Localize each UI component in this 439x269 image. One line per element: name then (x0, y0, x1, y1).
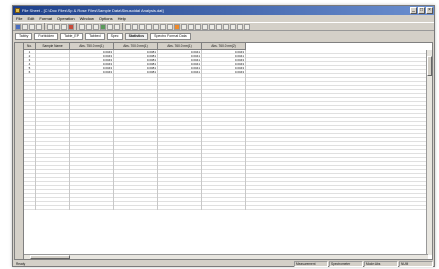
title-bar: File Sheet - [C:\Doc Files\Sp & Rose Fil… (13, 6, 434, 15)
minimize-button[interactable]: _ (410, 7, 417, 14)
zoom-in-icon[interactable] (125, 23, 131, 30)
status-mode: Mode:Abs (364, 260, 398, 267)
arrow-left-icon[interactable] (139, 23, 145, 30)
report-icon[interactable] (230, 23, 236, 30)
column-header-row: No. Sample Name Abs. 750.0 nm(1) Abs. 70… (24, 43, 246, 50)
column-header-sample-name[interactable]: Sample Name (36, 43, 70, 50)
status-instrument: Spectrometer (329, 260, 363, 267)
application-window: File Sheet - [C:\Doc Files\Sp & Rose Fil… (12, 5, 435, 267)
menu-window[interactable]: Window (80, 15, 94, 22)
tab-table-ep[interactable]: Table_EP (60, 33, 84, 40)
window-controls: _ □ × (410, 7, 433, 14)
window-title: File Sheet - [C:\Doc Files\Sp & Rose Fil… (22, 8, 164, 13)
table-body: 1 0.0043 0.0081 0.0041 0.0043 2 0.0043 0.0081 0.… (15, 50, 432, 210)
menu-format[interactable]: Format (39, 15, 52, 22)
filter-icon[interactable] (114, 23, 120, 30)
export-icon[interactable] (237, 23, 243, 30)
toolbar (13, 22, 434, 31)
measure-icon[interactable] (167, 23, 173, 30)
tab-statistics[interactable]: Statistics (124, 33, 149, 40)
tab-spectro-format-data[interactable]: Spectro Format Data (150, 33, 191, 40)
table-cell[interactable] (114, 206, 158, 210)
view-tabs-bar: Tabby Forbidden Table_EP Tabbed Spec Sta… (13, 32, 434, 41)
help-icon[interactable] (244, 23, 250, 30)
tab-tabbed[interactable]: Tabbed (85, 33, 105, 40)
column-header-abs-4[interactable]: Abs. 760.0 nm(2) (202, 43, 246, 50)
menu-bar: File Edit Format Operation Window Option… (13, 15, 434, 22)
table-cell[interactable] (36, 206, 70, 210)
graph-icon[interactable] (93, 23, 99, 30)
chart-icon[interactable] (153, 23, 159, 30)
baseline-icon[interactable] (188, 23, 194, 30)
menu-help[interactable]: Help (118, 15, 126, 22)
cut-icon[interactable] (47, 23, 53, 30)
wavelength-icon[interactable] (216, 23, 222, 30)
tab-tabby[interactable]: Tabby (15, 33, 33, 40)
data-grid[interactable]: No. Sample Name Abs. 750.0 nm(1) Abs. 70… (14, 42, 433, 260)
toolbar-separator (122, 23, 123, 30)
maximize-button[interactable]: □ (418, 7, 425, 14)
menu-options[interactable]: Options (99, 15, 113, 22)
table-row[interactable] (15, 206, 432, 210)
print-icon[interactable] (36, 23, 42, 30)
status-measurement: Measurement (294, 260, 328, 267)
toolbar-separator (76, 23, 77, 30)
status-bar: Ready Measurement Spectrometer Mode:Abs … (13, 260, 434, 267)
toolbar-separator (44, 23, 45, 30)
sample-icon[interactable] (209, 23, 215, 30)
open-folder-icon[interactable] (22, 23, 28, 30)
column-header-no[interactable]: No. (24, 43, 36, 50)
table-cell[interactable] (158, 206, 202, 210)
save-icon[interactable] (29, 23, 35, 30)
column-header-abs-3[interactable]: Abs. 760.0 nm(1) (158, 43, 202, 50)
sort-icon[interactable] (107, 23, 113, 30)
stop-icon[interactable] (181, 23, 187, 30)
vertical-scrollbar[interactable] (426, 50, 432, 255)
cell-icon[interactable] (202, 23, 208, 30)
menu-file[interactable]: File (16, 15, 22, 22)
menu-edit[interactable]: Edit (27, 15, 34, 22)
copy-icon[interactable] (54, 23, 60, 30)
column-header-abs-1[interactable]: Abs. 750.0 nm(1) (70, 43, 114, 50)
settings-icon[interactable] (223, 23, 229, 30)
table-cell[interactable] (70, 206, 114, 210)
grid-icon[interactable] (160, 23, 166, 30)
start-measurement-icon[interactable] (174, 23, 180, 30)
arrow-right-icon[interactable] (146, 23, 152, 30)
status-numlock: NUM (399, 260, 433, 267)
menu-operation[interactable]: Operation (57, 15, 75, 22)
zoom-out-icon[interactable] (132, 23, 138, 30)
delete-icon[interactable] (68, 23, 74, 30)
status-text: Ready (16, 261, 26, 266)
row-header[interactable] (15, 206, 24, 210)
vertical-scroll-thumb[interactable] (427, 56, 432, 76)
tab-forbidden[interactable]: Forbidden (34, 33, 59, 40)
horizontal-scrollbar[interactable] (24, 254, 428, 259)
table-icon[interactable] (86, 23, 92, 30)
horizontal-scroll-thumb[interactable] (30, 255, 70, 259)
calculate-icon[interactable] (100, 23, 106, 30)
new-file-icon[interactable] (15, 23, 21, 30)
close-button[interactable]: × (426, 7, 433, 14)
app-icon (15, 8, 20, 13)
table-cell[interactable] (24, 206, 36, 210)
paste-icon[interactable] (61, 23, 67, 30)
tab-spec[interactable]: Spec (106, 33, 123, 40)
column-header-abs-2[interactable]: Abs. 700.0 nm(1) (114, 43, 158, 50)
blank-icon[interactable] (195, 23, 201, 30)
spectrum-icon[interactable] (79, 23, 85, 30)
table-cell[interactable] (202, 206, 246, 210)
